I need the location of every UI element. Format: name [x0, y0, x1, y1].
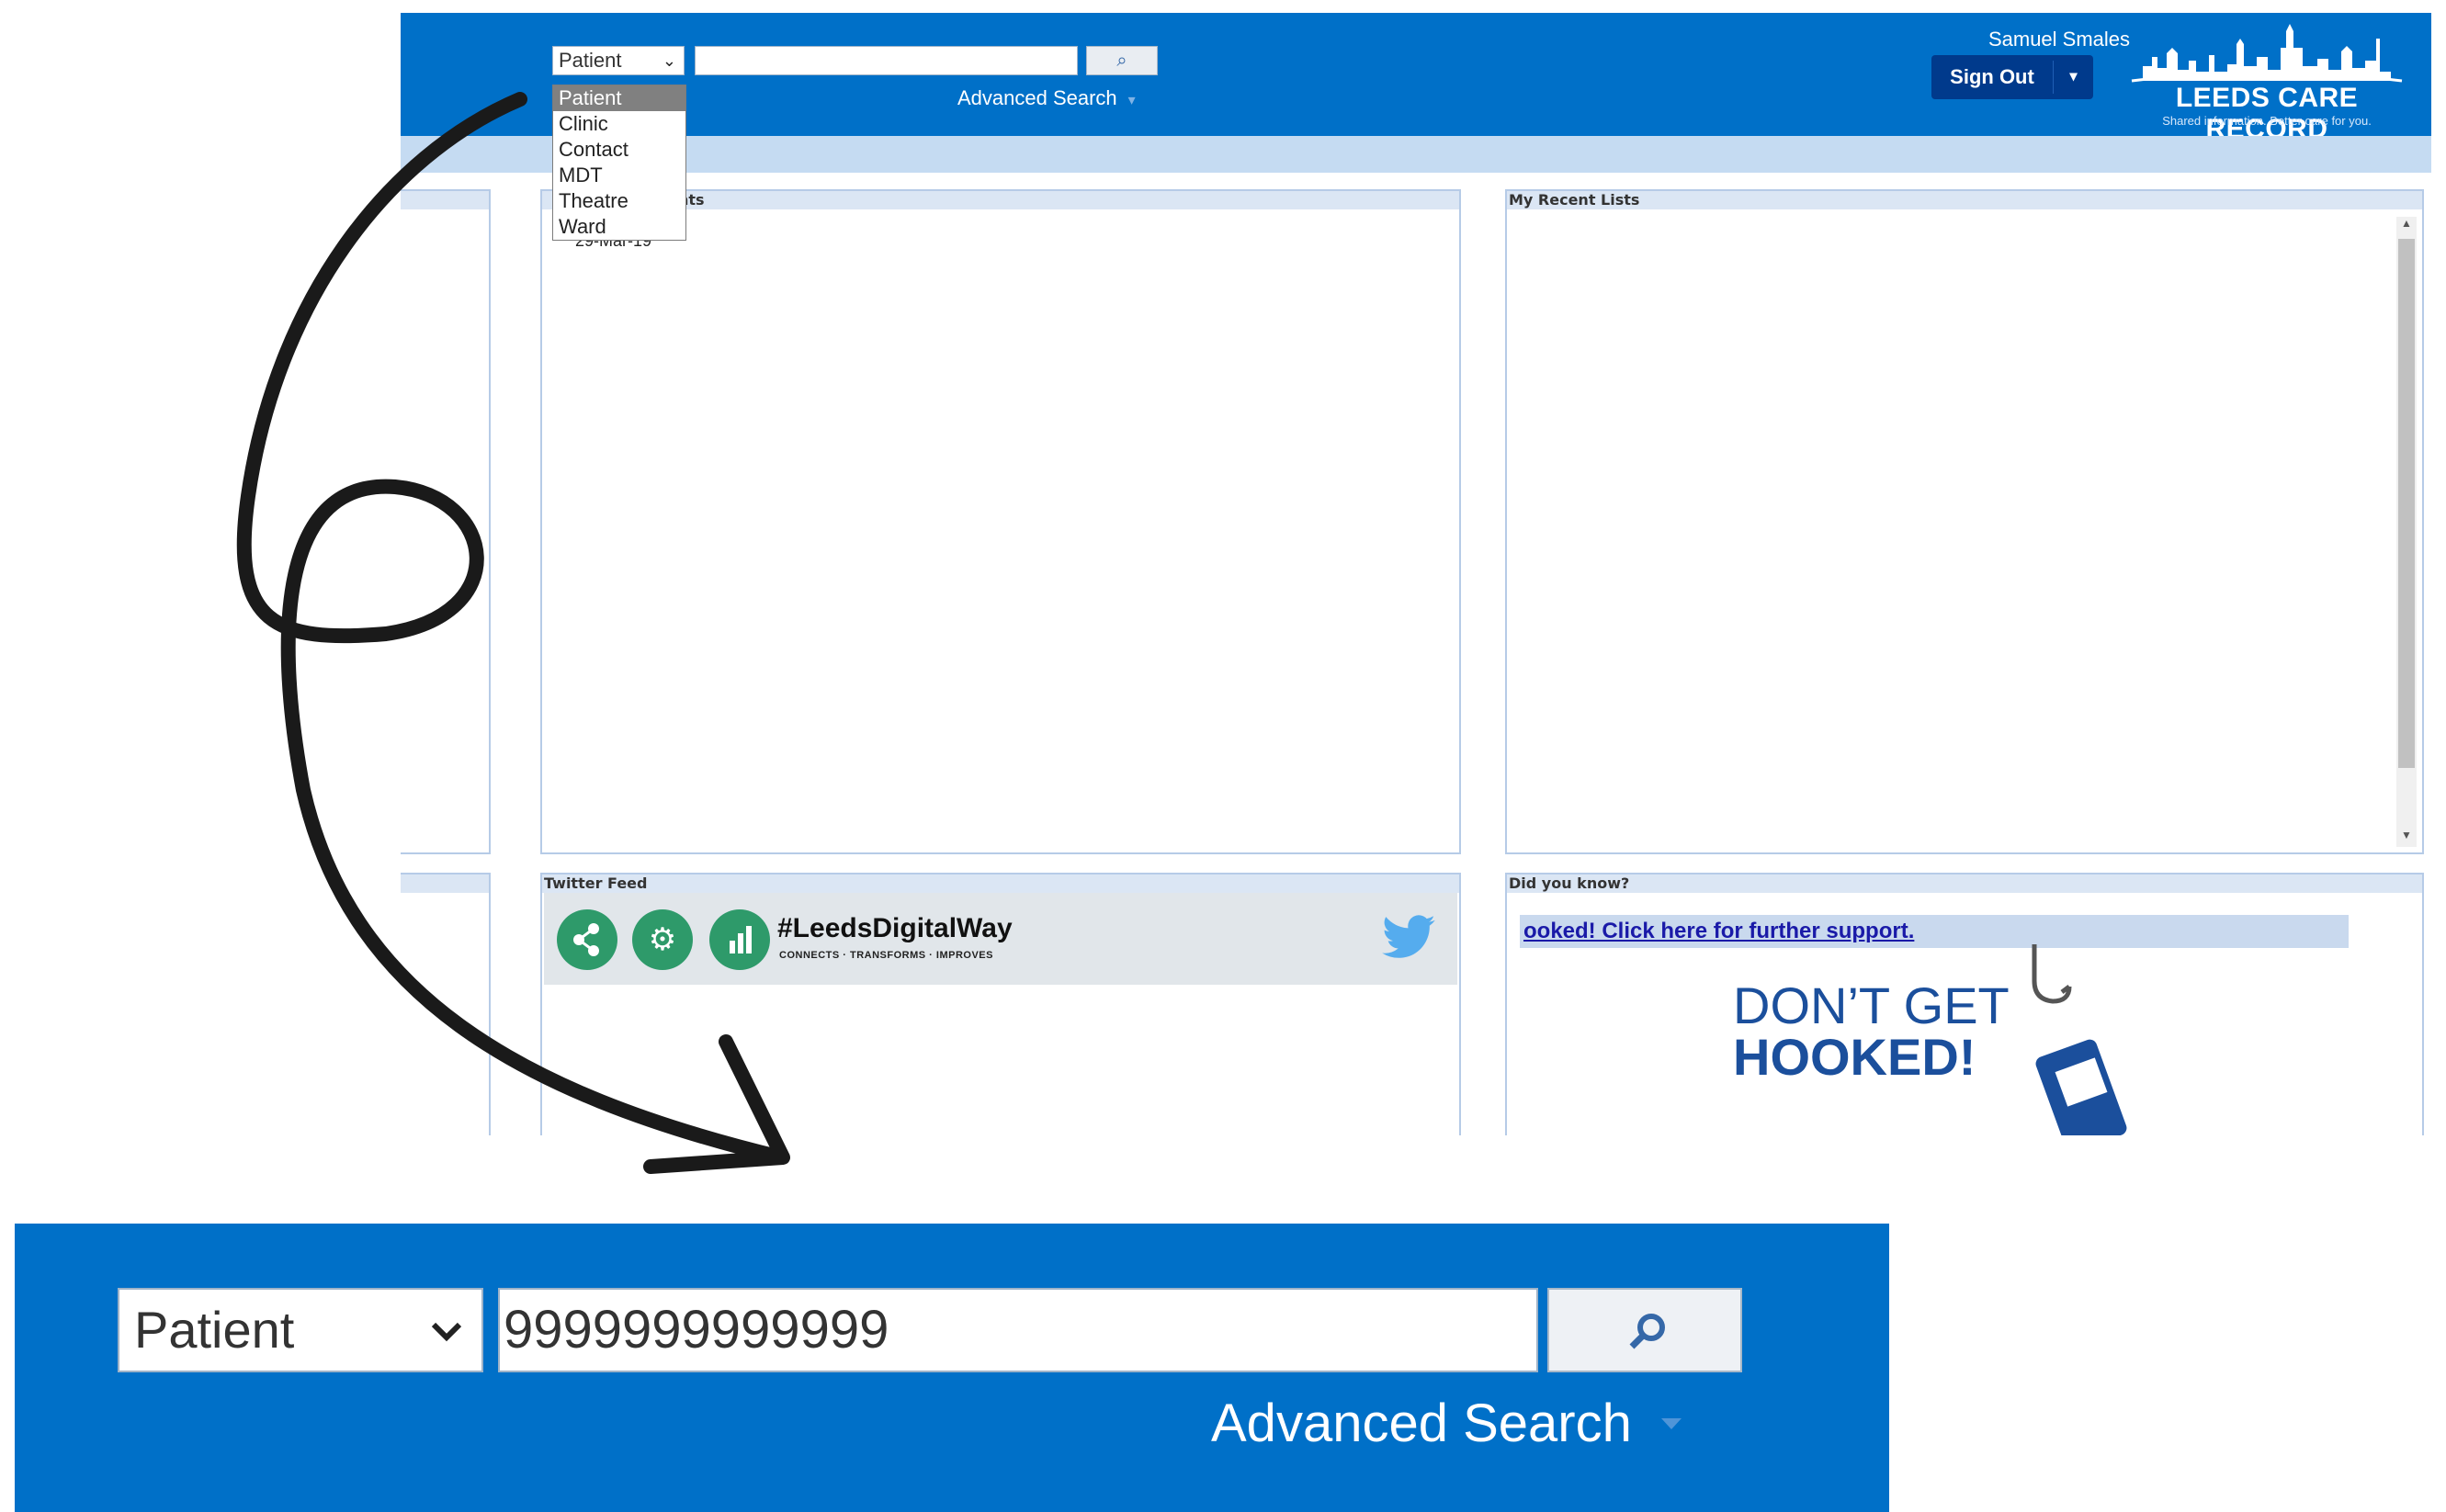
panel-header [401, 874, 489, 893]
caret-down-icon[interactable] [1659, 1416, 1683, 1431]
scrollbar[interactable]: ▲ ▼ [2396, 217, 2417, 847]
search-button[interactable]: ⌕ [1086, 46, 1158, 75]
sign-out-label: Sign Out [1950, 65, 2034, 88]
panel-header: Twitter Feed [542, 874, 1459, 893]
dropdown-option-theatre[interactable]: Theatre [553, 188, 685, 214]
twitter-bird-icon[interactable] [1382, 915, 1435, 959]
panel-title: Did you know? [1509, 874, 1630, 892]
caret-down-icon: ▾ [1127, 93, 1136, 108]
twitter-tagline: CONNECTS · TRANSFORMS · IMPROVES [779, 950, 993, 961]
did-you-know-panel: Did you know? ooked! Click here for furt… [1505, 873, 2424, 1135]
zoom-advanced-search-link[interactable]: Advanced Search [1211, 1393, 1632, 1454]
sub-navigation-bar [401, 136, 2431, 173]
twitter-feed-panel: Twitter Feed ⚙ #LeedsDigitalWay CONNECTS… [540, 873, 1461, 1135]
search-input[interactable] [695, 46, 1078, 75]
leeds-care-record-screenshot: Patient ⌄ ⌕ Advanced Search ▾ Samuel Smal… [401, 13, 2431, 1135]
panel-header: My Recent Lists [1507, 191, 2422, 209]
dropdown-option-clinic[interactable]: Clinic [553, 111, 685, 137]
recent-lists-panel: My Recent Lists ▲ ▼ [1505, 189, 2424, 854]
panel-title: Twitter Feed [544, 874, 648, 892]
search-icon [1629, 1314, 1665, 1349]
leeds-care-record-logo: LEEDS CARE RECORD Shared information. Be… [2124, 20, 2409, 144]
zoomed-search-bar: Patient 9999999999999 Advanced Search [15, 1224, 1889, 1512]
zoom-search-input[interactable]: 9999999999999 [498, 1288, 1538, 1372]
twitter-hashtag: #LeedsDigitalWay [777, 913, 1013, 943]
chevron-down-icon [431, 1322, 462, 1342]
phishing-hook-icon [2032, 944, 2127, 1135]
bar-chart-icon [709, 909, 770, 970]
search-type-dropdown: Patient Clinic Contact MDT Theatre Ward [552, 85, 686, 241]
zoom-search-type-select[interactable]: Patient [118, 1288, 483, 1372]
search-type-select[interactable]: Patient ⌄ [552, 46, 685, 75]
scroll-thumb[interactable] [2398, 239, 2415, 768]
zoom-search-type-value: Patient [134, 1301, 295, 1359]
dropdown-option-ward[interactable]: Ward [553, 214, 685, 240]
zoom-search-value: 9999999999999 [504, 1300, 889, 1360]
left-panel-top [401, 189, 491, 854]
search-icon: ⌕ [1116, 51, 1127, 71]
panel-title: My Recent Lists [1509, 191, 1640, 209]
dropdown-option-contact[interactable]: Contact [553, 137, 685, 163]
zoom-search-button[interactable] [1547, 1288, 1742, 1372]
support-link[interactable]: ooked! Click here for further support. [1520, 915, 2349, 948]
sign-out-dropdown-toggle[interactable]: ▾ [2054, 55, 2093, 99]
scroll-down-arrow-icon[interactable]: ▼ [2396, 829, 2417, 847]
left-panel-bottom [401, 873, 491, 1135]
share-icon [557, 909, 617, 970]
twitter-banner: ⚙ #LeedsDigitalWay CONNECTS · TRANSFORMS… [544, 893, 1457, 985]
gear-icon: ⚙ [632, 909, 693, 970]
chevron-down-icon: ⌄ [662, 51, 676, 70]
advanced-search-label: Advanced Search [957, 86, 1117, 109]
hooked-heading-line2: HOOKED! [1733, 1028, 1976, 1086]
dropdown-option-mdt[interactable]: MDT [553, 163, 685, 188]
recent-patients-panel: nts 29-Mar-19 [540, 189, 1461, 854]
skyline-icon [2131, 24, 2403, 83]
dropdown-option-patient[interactable]: Patient [553, 85, 685, 111]
scroll-up-arrow-icon[interactable]: ▲ [2396, 217, 2417, 235]
logo-tagline: Shared information. Better care for you. [2162, 114, 2372, 128]
app-header: Patient ⌄ ⌕ Advanced Search ▾ Samuel Smal… [401, 13, 2431, 144]
advanced-search-link[interactable]: Advanced Search ▾ [957, 86, 1136, 110]
sign-out-button[interactable]: Sign Out ▾ [1931, 55, 2093, 99]
panel-header: Did you know? [1507, 874, 2422, 893]
panel-header [401, 191, 489, 209]
search-type-value: Patient [559, 49, 622, 72]
